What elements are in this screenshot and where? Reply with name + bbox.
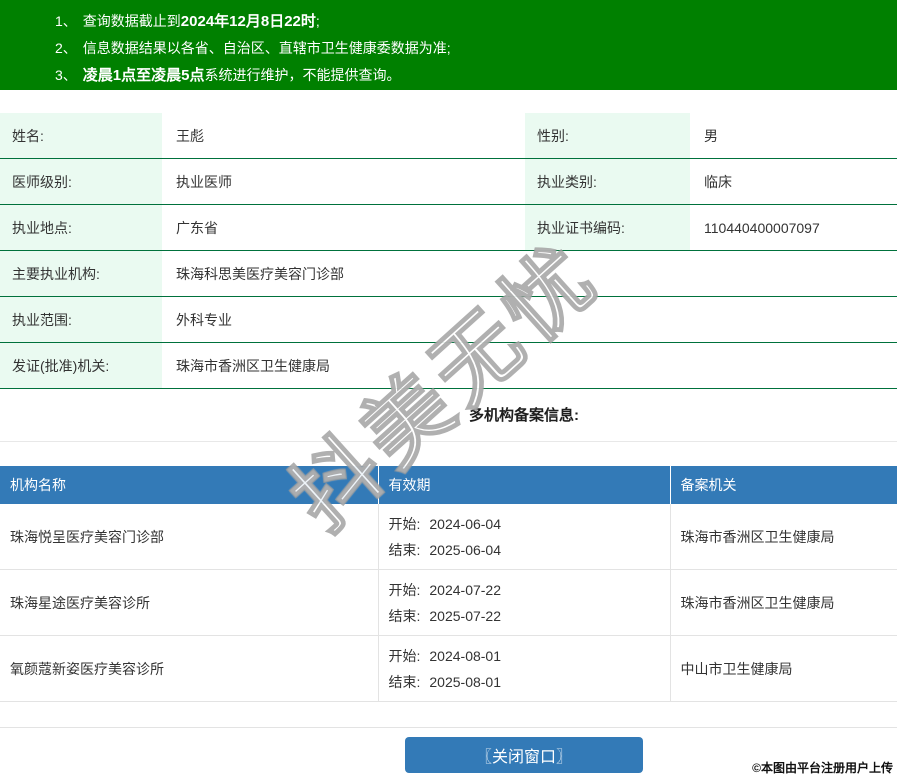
issuing-authority-label: 发证(批准)机关: [0, 343, 162, 389]
practice-category-value: 临床 [690, 159, 897, 205]
organization-name: 珠海星途医疗美容诊所 [0, 570, 378, 636]
main-institution-value: 珠海科思美医疗美容门诊部 [162, 251, 897, 297]
practice-category-label: 执业类别: [525, 159, 690, 205]
notice-text: 系统进行维护，不能提供查询。 [204, 67, 400, 83]
name-value: 王彪 [162, 113, 525, 159]
notice-text: 信息数据结果以各省、自治区、直辖市卫生健康委数据为准; [83, 40, 451, 56]
table-row: 发证(批准)机关: 珠海市香洲区卫生健康局 [0, 343, 897, 389]
filing-section-header: 多机构备案信息: [0, 404, 897, 424]
table-row: 执业地点: 广东省 执业证书编码: 110440400007097 [0, 205, 897, 251]
end-date: 2025-06-04 [429, 542, 501, 558]
filing-authority: 中山市卫生健康局 [670, 636, 897, 702]
filing-authority: 珠海市香洲区卫生健康局 [670, 504, 897, 570]
filing-header-row: 机构名称 有效期 备案机关 [0, 466, 897, 504]
practitioner-info-table: 姓名: 王彪 性别: 男 医师级别: 执业医师 执业类别: 临床 执业地点: 广… [0, 113, 897, 389]
start-label: 开始: [389, 648, 421, 664]
close-window-button[interactable]: 〖关闭窗口〗 [405, 737, 643, 773]
gender-value: 男 [690, 113, 897, 159]
notice-line-3: 3、凌晨1点至凌晨5点系统进行维护，不能提供查询。 [55, 62, 887, 89]
practitioner-query-page: 1、查询数据截止到2024年12月8日22时; 2、信息数据结果以各省、自治区、… [0, 0, 897, 779]
practice-location-label: 执业地点: [0, 205, 162, 251]
main-institution-label: 主要执业机构: [0, 251, 162, 297]
practice-location-value: 广东省 [162, 205, 525, 251]
certificate-number-value: 110440400007097 [690, 205, 897, 251]
filing-section-title: 多机构备案信息: [469, 407, 579, 424]
start-date: 2024-07-22 [429, 582, 501, 598]
organization-name: 氧颜蔻新姿医疗美容诊所 [0, 636, 378, 702]
validity-period: 开始: 2024-08-01 结束: 2025-08-01 [378, 636, 670, 702]
column-header-organization: 机构名称 [0, 466, 378, 504]
end-date: 2025-07-22 [429, 608, 501, 624]
notice-line-1: 1、查询数据截止到2024年12月8日22时; [55, 8, 887, 35]
certificate-number-label: 执业证书编码: [525, 205, 690, 251]
filing-row: 珠海悦呈医疗美容门诊部 开始:2024-06-04 结束:2025-06-04 … [0, 504, 897, 570]
notice-banner: 1、查询数据截止到2024年12月8日22时; 2、信息数据结果以各省、自治区、… [0, 0, 897, 90]
validity-start: 开始: 2024-06-04 [389, 511, 670, 537]
notice-text-bold: 2024年12月8日22时 [181, 13, 316, 30]
start-label: 开始: [389, 516, 421, 532]
notice-text: ; [316, 13, 320, 29]
filing-table: 机构名称 有效期 备案机关 珠海悦呈医疗美容门诊部 开始: 2024-06-04 … [0, 466, 897, 702]
validity-start: 开始: 2024-07-22 [389, 577, 670, 603]
validity-end: 结束: 2025-08-01 [389, 669, 670, 695]
end-date: 2025-08-01 [429, 674, 501, 690]
filing-authority: 珠海市香洲区卫生健康局 [670, 570, 897, 636]
table-row: 姓名: 王彪 性别: 男 [0, 113, 897, 159]
gender-label: 性别: [525, 113, 690, 159]
divider [0, 441, 897, 442]
start-label: 开始: [389, 582, 421, 598]
table-row: 主要执业机构: 珠海科思美医疗美容门诊部 [0, 251, 897, 297]
column-header-authority: 备案机关 [670, 466, 897, 504]
start-date: 2024-08-01 [429, 648, 501, 664]
notice-number: 3、 [55, 67, 77, 83]
organization-name: 珠海悦呈医疗美容门诊部 [0, 504, 378, 570]
practice-scope-value: 外科专业 [162, 297, 897, 343]
notice-number: 2、 [55, 40, 77, 56]
filing-row: 珠海星途医疗美容诊所 开始: 2024-07-22 结束: 2025-07-22 珠… [0, 570, 897, 636]
end-label: 结束: [389, 542, 421, 558]
validity-end: 结束: 2025-06-04 [389, 537, 670, 563]
notice-number: 1、 [55, 13, 77, 29]
filing-row: 氧颜蔻新姿医疗美容诊所 开始:2024-08-01 结束:2025-08-01 … [0, 636, 897, 702]
notice-line-2: 2、信息数据结果以各省、自治区、直辖市卫生健康委数据为准; [55, 35, 887, 62]
validity-period: 开始: 2024-06-04 结束: 2025-06-04 [378, 504, 670, 570]
practice-scope-label: 执业范围: [0, 297, 162, 343]
doctor-level-label: 医师级别: [0, 159, 162, 205]
end-label: 结束: [389, 674, 421, 690]
name-label: 姓名: [0, 113, 162, 159]
column-header-validity: 有效期 [378, 466, 670, 504]
table-row: 医师级别: 执业医师 执业类别: 临床 [0, 159, 897, 205]
validity-start: 开始: 2024-08-01 [389, 643, 670, 669]
doctor-level-value: 执业医师 [162, 159, 525, 205]
table-footer-strip [0, 702, 897, 728]
notice-text-bold: 凌晨1点至凌晨5点 [83, 67, 205, 84]
end-label: 结束: [389, 608, 421, 624]
notice-text: 查询数据截止到 [83, 13, 181, 29]
validity-end: 结束: 2025-07-22 [389, 603, 670, 629]
table-row: 执业范围: 外科专业 [0, 297, 897, 343]
validity-period: 开始: 2024-07-22 结束: 2025-07-22 [378, 570, 670, 636]
issuing-authority-value: 珠海市香洲区卫生健康局 [162, 343, 897, 389]
start-date: 2024-06-04 [429, 516, 501, 532]
copyright-note: ©本图由平台注册用户上传 [752, 759, 893, 776]
